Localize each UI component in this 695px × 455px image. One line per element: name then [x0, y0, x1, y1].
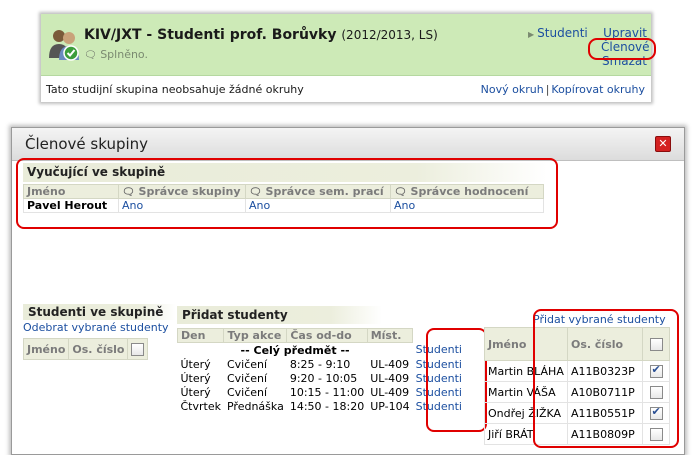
- members-dialog: Členové skupiny ✕ Vyučující ve skupině J…: [11, 127, 685, 455]
- teachers-header-row: Jméno 🗨 Správce skupiny 🗨 Správce sem. p…: [23, 184, 544, 199]
- lesson-day: Čtvrtek: [180, 399, 221, 413]
- grading-admin-value: Ano: [390, 198, 544, 213]
- group-title-text: KIV/JXT - Studenti prof. Borůvky: [84, 27, 337, 43]
- dialog-titlebar[interactable]: Členové skupiny ✕: [12, 128, 684, 161]
- group-status-text: Splněno.: [100, 48, 148, 61]
- seminar-admin-value: Ano: [245, 198, 391, 213]
- table-row: Úterý Cvičení 8:25 - 9:10 UL-409 Student…: [178, 357, 465, 371]
- col-grading-admin: 🗨 Správce hodnocení: [390, 184, 544, 199]
- group-semester: (2012/2013, LS): [341, 28, 438, 42]
- lesson-type: Přednáška: [226, 399, 284, 413]
- group-admin-link[interactable]: Ano: [122, 199, 143, 212]
- empty-topics-text: Tato studijní skupina neobsahuje žádné o…: [46, 83, 304, 96]
- lesson-room: UL-409: [370, 371, 410, 385]
- lesson-type: Cvičení: [226, 357, 268, 371]
- close-icon[interactable]: ✕: [655, 136, 671, 152]
- comment-icon: 🗨: [122, 187, 135, 198]
- study-group-card: KIV/JXT - Studenti prof. Borůvky (2012/2…: [41, 14, 656, 102]
- select-all-cell: [127, 338, 149, 360]
- group-links-primary: ▶ Studenti: [528, 26, 588, 40]
- seminar-admin-link[interactable]: Ano: [249, 199, 270, 212]
- students-in-group-heading: Studenti ve skupině: [23, 304, 176, 320]
- remove-selected-students-link[interactable]: Odebrat vybrané studenty: [23, 321, 169, 334]
- lesson-room: UL-409: [370, 385, 410, 399]
- copy-topics-link[interactable]: Kopírovat okruhy: [551, 83, 645, 96]
- table-row: Úterý Cvičení 10:15 - 11:00 UL-409 Stude…: [178, 385, 465, 399]
- group-status: 🗨 Splněno.: [84, 48, 148, 61]
- lesson-time: 10:15 - 11:00: [289, 385, 365, 399]
- lesson-day: Úterý: [180, 371, 211, 385]
- whole-course-row: -- Celý předmět -- Studenti: [178, 343, 465, 358]
- col-type: Typ akce: [223, 328, 288, 343]
- col-seminar-admin-label: Správce sem. prací: [265, 185, 384, 198]
- group-header: KIV/JXT - Studenti prof. Borůvky (2012/2…: [41, 14, 656, 76]
- lesson-room: UL-409: [370, 357, 410, 371]
- lesson-time: 8:25 - 9:10: [289, 357, 351, 371]
- teachers-section: Vyučující ve skupině Jméno 🗨 Správce sku…: [23, 163, 553, 213]
- col-name: Jméno: [23, 184, 119, 199]
- table-row: Pavel Herout Ano Ano Ano: [23, 198, 544, 213]
- new-topic-link[interactable]: Nový okruh: [481, 83, 544, 96]
- students-link[interactable]: Studenti: [537, 26, 588, 40]
- lesson-time: 14:50 - 18:20: [289, 399, 365, 413]
- grading-admin-link[interactable]: Ano: [394, 199, 415, 212]
- lesson-day: Úterý: [180, 357, 211, 371]
- topic-links: Nový okruh | Kopírovat okruhy: [481, 83, 645, 96]
- lesson-room: UP-104: [370, 399, 410, 413]
- lesson-day: Úterý: [180, 385, 211, 399]
- students-links-highlight-marker: [426, 328, 487, 432]
- comment-icon: 🗨: [249, 187, 262, 198]
- members-highlight-marker: [588, 38, 656, 60]
- table-row: Úterý Cvičení 9:20 - 10:05 UL-409 Studen…: [178, 371, 465, 385]
- students-in-group-table: Jméno Os. číslo: [22, 338, 149, 360]
- students-in-group-section: Studenti ve skupině Odebrat vybrané stud…: [22, 304, 176, 360]
- students-in-header-row: Jméno Os. číslo: [22, 338, 149, 360]
- candidates-highlight-marker: [533, 309, 679, 448]
- lesson-type: Cvičení: [226, 385, 268, 399]
- add-students-heading: Přidat studenty: [177, 306, 382, 324]
- group-users-icon: [49, 30, 79, 61]
- comment-icon: 🗨: [394, 187, 407, 198]
- lesson-type: Cvičení: [226, 371, 268, 385]
- teachers-heading: Vyučující ve skupině: [23, 163, 547, 182]
- col-time: Čas od-do: [286, 328, 368, 343]
- col-grading-admin-label: Správce hodnocení: [410, 185, 529, 198]
- triangle-right-icon: ▶: [528, 30, 535, 39]
- add-students-section: Přidat studenty Den Typ akce Čas od-do M…: [176, 306, 465, 413]
- whole-course-label: -- Celý předmět --: [240, 343, 350, 357]
- lesson-time: 9:20 - 10:05: [289, 371, 358, 385]
- select-all-checkbox[interactable]: [131, 342, 145, 356]
- lessons-table: Den Typ akce Čas od-do Míst. -- Celý pře…: [176, 328, 465, 413]
- group-admin-value: Ano: [118, 198, 246, 213]
- col-personal-number: Os. číslo: [68, 338, 129, 360]
- dialog-title: Členové skupiny: [25, 135, 149, 153]
- teacher-name: Pavel Herout: [23, 198, 119, 213]
- col-group-admin-label: Správce skupiny: [138, 185, 241, 198]
- table-row: Čtvrtek Přednáška 14:50 - 18:20 UP-104 S…: [178, 399, 465, 413]
- col-group-admin: 🗨 Správce skupiny: [118, 184, 246, 199]
- teachers-table: Jméno 🗨 Správce skupiny 🗨 Správce sem. p…: [23, 184, 544, 213]
- group-title: KIV/JXT - Studenti prof. Borůvky (2012/2…: [84, 27, 438, 43]
- comment-icon: 🗨: [84, 50, 97, 61]
- col-day: Den: [176, 328, 225, 343]
- col-name: Jméno: [22, 338, 70, 360]
- col-seminar-admin: 🗨 Správce sem. prací: [245, 184, 391, 199]
- lessons-header-row: Den Typ akce Čas od-do Míst.: [176, 328, 465, 343]
- col-room: Míst.: [366, 328, 414, 343]
- link-separator: |: [545, 83, 550, 96]
